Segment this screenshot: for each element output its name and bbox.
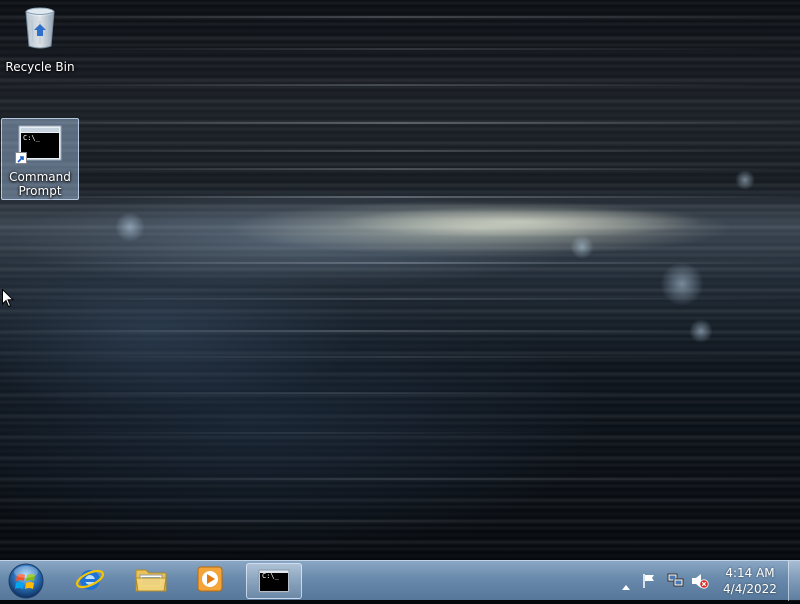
action-center-flag-icon[interactable] — [641, 573, 657, 593]
command-prompt-label-line2: Prompt — [18, 184, 62, 198]
taskbar: C:\_ 4:14 AM 4/4/2022 — [0, 560, 800, 601]
internet-explorer-icon — [75, 564, 105, 598]
clock-date: 4/4/2022 — [723, 582, 777, 596]
recycle-bin-icon — [20, 4, 60, 50]
volume-muted-icon[interactable] — [691, 573, 709, 593]
start-button[interactable] — [6, 562, 46, 600]
show-hidden-icons-arrow-icon[interactable] — [621, 576, 631, 595]
wallpaper-streak — [0, 520, 500, 522]
wallpaper-streak — [0, 122, 800, 124]
wallpaper-streak — [0, 16, 780, 18]
wallpaper-streak — [0, 478, 800, 480]
wallpaper-bokeh — [690, 318, 712, 344]
taskbar-command-prompt-button[interactable]: C:\_ — [246, 563, 302, 599]
wallpaper-bokeh — [115, 212, 145, 242]
wallpaper-streak — [0, 84, 760, 86]
taskbar-clock[interactable]: 4:14 AM 4/4/2022 — [716, 565, 784, 597]
shortcut-arrow-icon — [15, 152, 27, 164]
command-prompt-icon: C:\_ — [15, 124, 63, 164]
console-prompt-text: C:\_ — [262, 572, 279, 580]
media-player-icon — [195, 564, 225, 598]
command-prompt-icon: C:\_ — [258, 569, 290, 593]
wallpaper-streak — [0, 432, 600, 434]
command-prompt-desktop-icon[interactable]: C:\_ Command Prompt — [1, 118, 79, 200]
recycle-bin-label: Recycle Bin — [5, 60, 75, 74]
windows-start-orb-icon — [6, 563, 46, 604]
wallpaper-streak — [0, 356, 800, 358]
wallpaper-streak — [0, 48, 800, 50]
desktop[interactable]: Recycle Bin C:\_ Command Prompt — [0, 0, 800, 560]
wallpaper-streak — [0, 330, 700, 332]
wallpaper-streak — [0, 392, 650, 394]
wallpaper-bokeh — [735, 170, 755, 190]
network-icon[interactable] — [667, 573, 685, 593]
taskbar-windows-media-player-button[interactable] — [182, 563, 238, 599]
taskbar-internet-explorer-button[interactable] — [62, 563, 118, 599]
wallpaper-streak — [0, 168, 800, 170]
show-desktop-button[interactable] — [788, 561, 800, 601]
wallpaper-bokeh — [570, 235, 594, 259]
wallpaper-streak — [0, 150, 800, 152]
mouse-pointer-icon — [2, 288, 15, 312]
taskbar-windows-explorer-button[interactable] — [123, 563, 179, 599]
wallpaper-streak — [0, 196, 800, 198]
command-prompt-label-line1: Command — [9, 170, 71, 184]
clock-time: 4:14 AM — [725, 566, 775, 580]
wallpaper-bokeh — [660, 262, 704, 306]
console-prompt-text: C:\_ — [23, 134, 40, 142]
recycle-bin-desktop-icon[interactable]: Recycle Bin — [1, 4, 79, 76]
folder-library-icon — [134, 564, 168, 598]
